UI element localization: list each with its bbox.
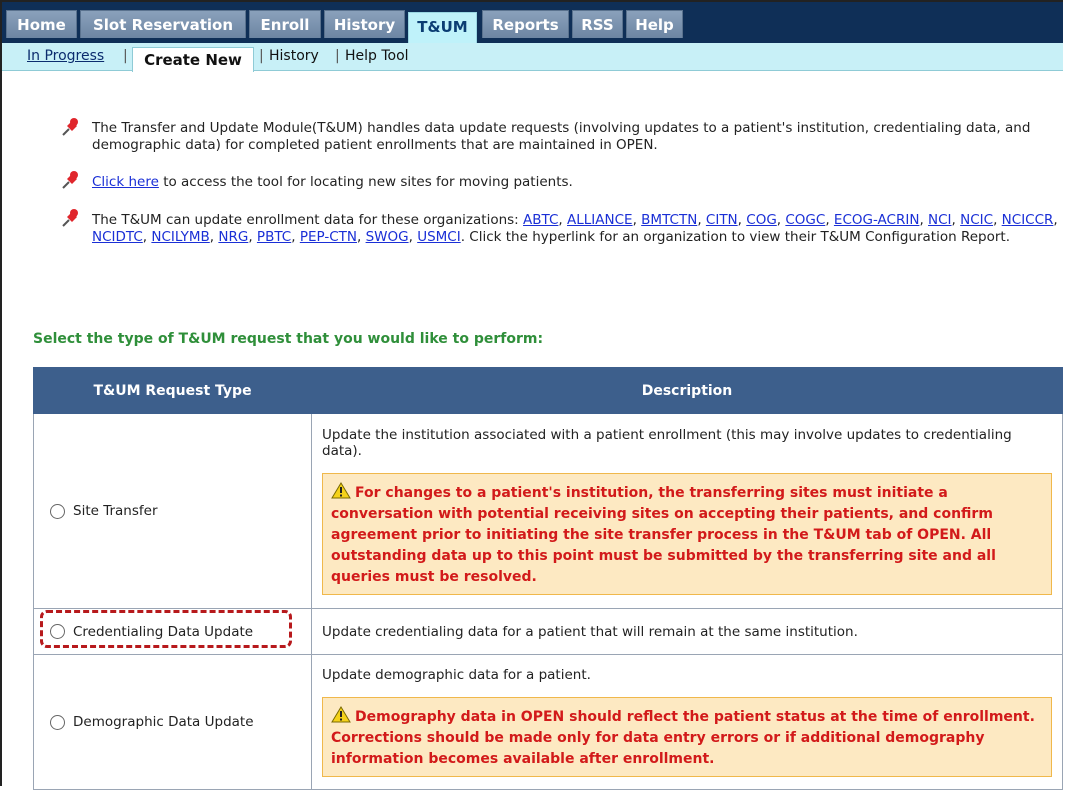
org-link-citn[interactable]: CITN (706, 212, 738, 228)
pushpin-icon (62, 118, 78, 136)
tab-rss[interactable]: RSS (572, 10, 623, 38)
tab-reports[interactable]: Reports (482, 10, 569, 38)
sub-nav: In Progress | Create New | History | Hel… (2, 43, 1063, 72)
org-link-pbtc[interactable]: PBTC (257, 229, 291, 245)
org-link-alliance[interactable]: ALLIANCE (567, 212, 633, 228)
site-transfer-label: Site Transfer (73, 503, 158, 519)
column-header-description: Description (311, 367, 1063, 414)
credentialing-option[interactable]: Credentialing Data Update (33, 608, 312, 655)
table-row-site-transfer: Site Transfer Update the institution ass… (33, 413, 1063, 609)
demographic-desc-text: Update demographic data for a patient. (322, 667, 591, 683)
tab-home[interactable]: Home (6, 10, 77, 38)
credentialing-radio[interactable] (50, 624, 65, 639)
demographic-label: Demographic Data Update (73, 714, 254, 730)
demographic-description: Update demographic data for a patient. D… (311, 654, 1063, 790)
org-link-ncidtc[interactable]: NCIDTC (92, 229, 143, 245)
pushpin-icon (62, 209, 78, 227)
tab-slot-reservation[interactable]: Slot Reservation (80, 10, 246, 38)
table-header-row: T&UM Request Type Description (33, 367, 1063, 414)
table-row-demographic: Demographic Data Update Update demograph… (33, 654, 1063, 790)
table-row-credentialing: Credentialing Data Update Update credent… (33, 608, 1063, 655)
tab-tum[interactable]: T&UM (408, 12, 477, 44)
org-link-cogc[interactable]: COGC (785, 212, 825, 228)
demographic-warning-text: Demography data in OPEN should reflect t… (331, 709, 1035, 767)
info-paragraph-tum: The Transfer and Update Module(T&UM) han… (92, 120, 1031, 153)
site-transfer-option[interactable]: Site Transfer (33, 413, 312, 609)
credentialing-description: Update credentialing data for a patient … (311, 608, 1063, 655)
org-link-bmtctn[interactable]: BMTCTN (641, 212, 697, 228)
tab-help[interactable]: Help (626, 10, 683, 38)
top-nav: Home Slot Reservation Enroll History T&U… (2, 2, 1063, 44)
request-type-prompt: Select the type of T&UM request that you… (33, 331, 544, 347)
site-transfer-warning-box: For changes to a patient's institution, … (322, 473, 1052, 595)
org-link-ncic-cr[interactable]: NCICCR (1002, 212, 1054, 228)
click-here-text: to access the tool for locating new site… (163, 174, 573, 190)
warning-icon (331, 706, 351, 723)
click-here-link[interactable]: Click here (92, 174, 159, 190)
site-transfer-desc-text: Update the institution associated with a… (322, 427, 1012, 459)
credentialing-label: Credentialing Data Update (73, 623, 254, 640)
demographic-option[interactable]: Demographic Data Update (33, 654, 312, 790)
info-paragraph-click-here: Click here to access the tool for locati… (92, 174, 1052, 191)
warning-icon (331, 482, 351, 499)
org-link-ncic[interactable]: NCIC (960, 212, 993, 228)
tab-history[interactable]: History (324, 10, 405, 38)
site-transfer-warning-text: For changes to a patient's institution, … (331, 485, 996, 585)
orgs-prefix: The T&UM can update enrollment data for … (92, 212, 519, 228)
request-type-table: T&UM Request Type Description Site Trans… (33, 367, 1063, 790)
subtab-history[interactable]: History (269, 48, 319, 64)
orgs-suffix: Click the hyperlink for an organization … (469, 229, 1010, 245)
org-link-nci[interactable]: NCI (928, 212, 952, 228)
org-link-usmci[interactable]: USMCI (417, 229, 461, 245)
org-link-pep-ctn[interactable]: PEP-CTN (300, 229, 357, 245)
site-transfer-description: Update the institution associated with a… (311, 413, 1063, 609)
subtab-in-progress[interactable]: In Progress (27, 48, 104, 64)
org-link-abtc[interactable]: ABTC (523, 212, 558, 228)
column-header-type: T&UM Request Type (33, 367, 312, 414)
subnav-separator: | (123, 48, 128, 64)
subnav-separator: | (259, 48, 264, 64)
pushpin-icon (62, 171, 78, 189)
subtab-create-new[interactable]: Create New (132, 47, 254, 72)
subnav-separator: | (335, 48, 340, 64)
org-link-swog[interactable]: SWOG (366, 229, 409, 245)
demographic-warning-box: Demography data in OPEN should reflect t… (322, 697, 1052, 777)
org-link-ecog-acrin[interactable]: ECOG-ACRIN (834, 212, 920, 228)
org-link-cog[interactable]: COG (746, 212, 777, 228)
demographic-radio[interactable] (50, 714, 65, 730)
site-transfer-radio[interactable] (50, 503, 65, 519)
org-link-nrg[interactable]: NRG (218, 229, 248, 245)
subtab-help-tool[interactable]: Help Tool (345, 48, 409, 64)
org-link-ncilymb[interactable]: NCILYMB (151, 229, 209, 245)
tab-enroll[interactable]: Enroll (249, 10, 321, 38)
info-paragraph-orgs: The T&UM can update enrollment data for … (92, 212, 1058, 245)
